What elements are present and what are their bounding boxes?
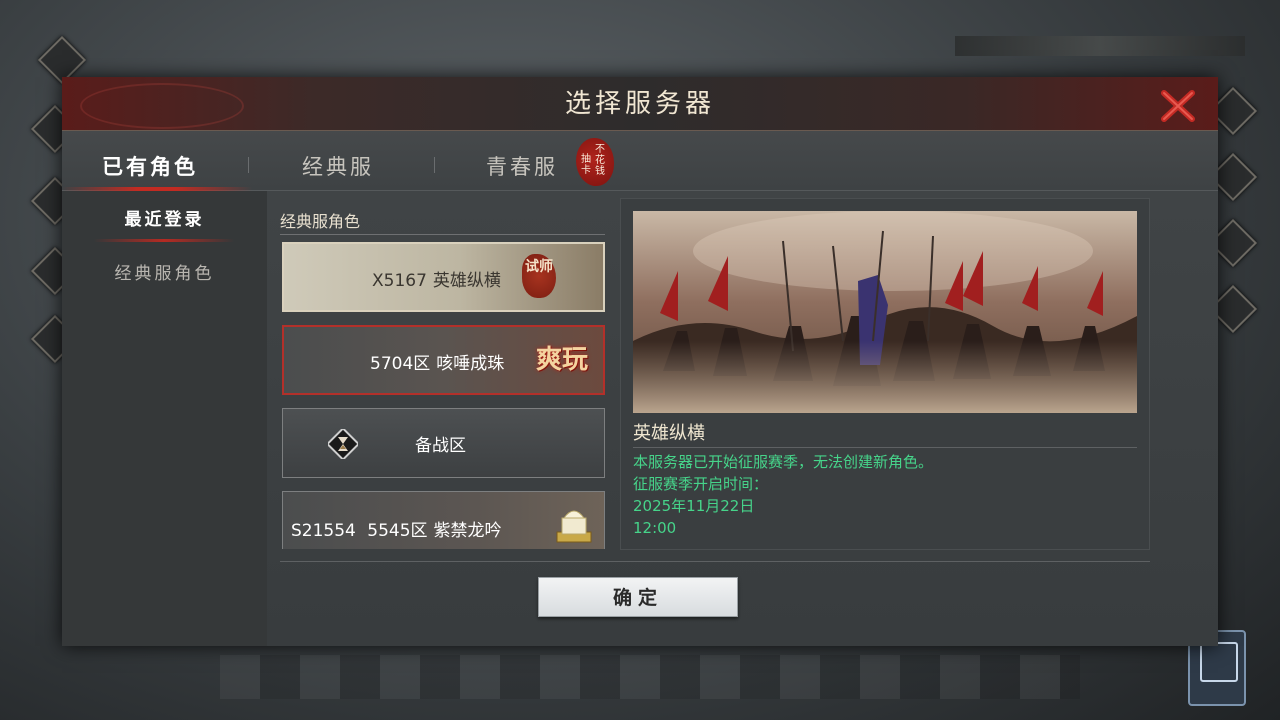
close-icon[interactable] [1159, 87, 1197, 125]
server-label: X5167 英雄纵横 [372, 266, 507, 291]
list-header: 经典服角色 [280, 212, 361, 231]
sidebar: 最近登录 经典服角色 [62, 191, 267, 646]
server-name: 备战区 [415, 436, 466, 456]
preview-server-name: 英雄纵横 [633, 423, 705, 444]
sidebar-item-recent-login[interactable]: 最近登录 [62, 205, 267, 230]
server-banner-image [633, 211, 1137, 413]
sidebar-active-underline [94, 239, 234, 242]
server-card-s21554[interactable]: S21554 5545区 紫禁龙吟 [282, 491, 605, 549]
server-preview-panel: 英雄纵横 本服务器已开始征服赛季，无法创建新角色。 征服赛季开启时间： 2025… [620, 198, 1150, 550]
badge-char: 钱 [595, 166, 605, 177]
divider [280, 234, 605, 235]
tab-youth-server[interactable]: 青春服 [486, 137, 558, 197]
sidebar-item-classic-characters[interactable]: 经典服角色 [62, 259, 267, 284]
server-code: 5704区 [370, 354, 431, 374]
server-card-x5167[interactable]: X5167 英雄纵横 试师 [282, 242, 605, 312]
badge-char: 卡 [581, 165, 591, 176]
badge-char: 抽 [581, 154, 591, 165]
badge-char: 不 [595, 144, 605, 155]
tab-classic-server[interactable]: 经典服 [302, 137, 374, 197]
server-label: S21554 5545区 紫禁龙吟 [291, 516, 508, 541]
server-code: X5167 [372, 271, 427, 291]
trial-seal-icon: 试师 [522, 254, 556, 298]
jade-seal-icon [553, 502, 595, 548]
server-zone: 5545区 [367, 521, 428, 541]
server-card-standby[interactable]: 备战区 [282, 408, 605, 478]
tab-divider [434, 157, 435, 173]
select-server-dialog: 选择服务器 已有角色 经典服 青春服 不 抽 花 卡 钱 最近登录 经典服角色 … [62, 77, 1218, 646]
no-spend-badge: 不 抽 花 卡 钱 [576, 138, 614, 186]
preview-season-date: 2025年11月22日 [633, 497, 755, 515]
server-code: S21554 [291, 521, 356, 541]
server-name: 紫禁龙吟 [433, 521, 502, 541]
server-name: 英雄纵横 [432, 271, 501, 291]
server-tabs [62, 131, 1218, 191]
preview-notice-line: 征服赛季开启时间： [633, 475, 769, 493]
server-card-5704[interactable]: 5704区 咳唾成珠 爽玩 [282, 325, 605, 395]
preview-season-time: 12:00 [633, 519, 677, 537]
confirm-button[interactable]: 确定 [538, 577, 738, 617]
bg-footer-text [220, 655, 1080, 699]
divider [280, 561, 1150, 562]
tab-divider [248, 157, 249, 173]
badge-char: 花 [595, 155, 605, 166]
fun-seal-icon: 爽玩 [536, 345, 589, 375]
dialog-title: 选择服务器 [564, 89, 715, 119]
bg-status-strip [955, 36, 1245, 56]
server-name: 咳唾成珠 [436, 354, 505, 374]
hourglass-icon [326, 427, 360, 461]
server-label: 5704区 咳唾成珠 [370, 349, 510, 374]
dialog-title-bar: 选择服务器 [62, 77, 1218, 131]
divider [633, 447, 1137, 448]
preview-notice-line: 本服务器已开始征服赛季，无法创建新角色。 [633, 453, 934, 471]
